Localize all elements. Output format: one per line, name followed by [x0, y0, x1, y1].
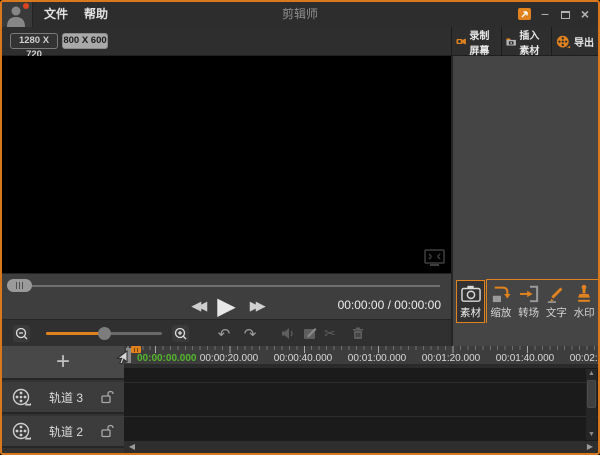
mute-button[interactable]: [278, 324, 298, 343]
tab-text-label: 文字: [546, 305, 567, 320]
rewind-button[interactable]: ◀◀: [191, 298, 203, 314]
timeline-tracks-area[interactable]: ▲ ▼: [124, 368, 598, 441]
resolution-800x600-button[interactable]: 800 X 600: [62, 33, 108, 49]
vertical-scrollbar[interactable]: ▲ ▼: [586, 369, 597, 440]
tab-material[interactable]: 素材: [456, 280, 485, 323]
insert-material-icon: [506, 35, 516, 48]
speaker-icon: [281, 327, 295, 340]
mouse-cursor: [114, 349, 130, 368]
play-button[interactable]: ▶: [217, 292, 235, 321]
track-separator: [124, 416, 598, 417]
track-separator: [124, 382, 598, 383]
fast-forward-button[interactable]: ▶▶: [250, 298, 262, 314]
cut-button[interactable]: ✂: [320, 324, 340, 343]
ruler-mark: 00:02:00.000: [570, 353, 598, 364]
ruler-mark: 00:01:00.000: [348, 353, 406, 364]
zoom-in-button[interactable]: [172, 325, 189, 342]
fit-screen-icon[interactable]: [424, 249, 445, 268]
window-title: 剪辑师: [2, 2, 598, 27]
export-label: 导出: [574, 34, 594, 49]
record-screen-icon: [456, 35, 466, 48]
track-label: 轨道 3: [32, 389, 100, 406]
main-toolbar: 1280 X 720 800 X 600 录制屏幕 插入素材: [2, 27, 598, 56]
timeline-ruler[interactable]: 00:00:00.000 00:00:20.000 00:00:40.000 0…: [124, 346, 598, 366]
scroll-down-arrow[interactable]: ▼: [586, 430, 597, 440]
seek-track[interactable]: [32, 285, 440, 287]
text-pencil-icon: [545, 284, 567, 303]
unlock-icon[interactable]: [100, 424, 114, 438]
edit-toolbar: ↶ ↷ ✂: [2, 319, 451, 346]
tab-text[interactable]: 文字: [543, 280, 571, 323]
playhead-flag[interactable]: [131, 346, 141, 353]
trash-icon: [352, 327, 364, 340]
horizontal-scrollbar[interactable]: ◀ ▶: [124, 441, 598, 453]
maximize-icon: [561, 11, 570, 19]
tab-material-label: 素材: [460, 305, 481, 320]
timeline-zoom-slider-fill: [46, 332, 104, 335]
close-button[interactable]: ×: [577, 2, 593, 27]
scroll-up-arrow[interactable]: ▲: [586, 369, 597, 379]
resource-panel: 素材 缩放 转场: [451, 56, 598, 346]
ruler-major-ticks: [124, 346, 598, 353]
record-screen-button[interactable]: 录制屏幕: [451, 27, 501, 56]
tab-watermark[interactable]: 水印: [570, 280, 598, 323]
playback-bar: ◀◀ ▶ ▶▶ 00:00:00 / 00:00:00: [2, 273, 451, 319]
tab-watermark-label: 水印: [574, 305, 595, 320]
zoom-arrow-icon: [490, 284, 512, 303]
unlock-icon[interactable]: [100, 390, 114, 404]
film-reel-icon: [12, 422, 32, 441]
undo-button[interactable]: ↶: [214, 324, 234, 343]
tab-transition-label: 转场: [518, 305, 539, 320]
ruler-mark: 00:01:20.000: [422, 353, 480, 364]
track-list-panel: + 轨道 3 轨道 2: [2, 346, 124, 453]
video-preview[interactable]: [2, 56, 451, 273]
delete-button[interactable]: [348, 324, 368, 343]
material-camera-icon: [460, 284, 482, 303]
tab-group: 缩放 转场 文字: [486, 279, 598, 323]
track-row-3[interactable]: 轨道 3: [2, 382, 124, 414]
ruler-mark: 00:01:40.000: [496, 353, 554, 364]
film-reel-icon: [12, 388, 32, 407]
insert-material-button[interactable]: 插入素材: [501, 27, 551, 56]
add-track-button[interactable]: +: [2, 346, 124, 380]
seek-handle[interactable]: [7, 279, 32, 292]
track-label: 轨道 2: [32, 423, 100, 440]
insert-material-label: 插入素材: [519, 27, 547, 57]
vertical-scroll-thumb[interactable]: [587, 380, 596, 408]
timeline-zoom-knob[interactable]: [98, 327, 111, 340]
app-window: 文件 帮助 剪辑师 − × 1280 X 720 800 X 600 录制屏幕: [0, 0, 600, 455]
record-screen-label: 录制屏幕: [469, 27, 497, 57]
current-time-label: 00:00:00.000: [137, 353, 197, 364]
export-button[interactable]: 导出: [551, 27, 598, 56]
tab-zoom[interactable]: 缩放: [487, 280, 515, 323]
minimize-button[interactable]: −: [537, 2, 553, 27]
export-icon: [556, 35, 571, 49]
edit-pen-icon: [303, 327, 317, 340]
tab-transition[interactable]: 转场: [515, 280, 543, 323]
track-row-2[interactable]: 轨道 2: [2, 416, 124, 448]
scroll-right-arrow[interactable]: ▶: [584, 441, 596, 453]
time-display: 00:00:00 / 00:00:00: [338, 298, 441, 312]
zoom-out-button[interactable]: [13, 325, 30, 342]
resolution-1280x720-button[interactable]: 1280 X 720: [10, 33, 58, 49]
maximize-button[interactable]: [557, 2, 573, 27]
ruler-mark: 00:00:20.000: [200, 353, 258, 364]
tab-zoom-label: 缩放: [490, 305, 511, 320]
watermark-stamp-icon: [573, 284, 595, 303]
scroll-left-arrow[interactable]: ◀: [126, 441, 138, 453]
title-bar: 文件 帮助 剪辑师 − ×: [2, 2, 598, 27]
redo-button[interactable]: ↷: [240, 324, 260, 343]
transition-icon: [518, 284, 540, 303]
edit-clip-button[interactable]: [300, 324, 320, 343]
ruler-mark: 00:00:40.000: [274, 353, 332, 364]
